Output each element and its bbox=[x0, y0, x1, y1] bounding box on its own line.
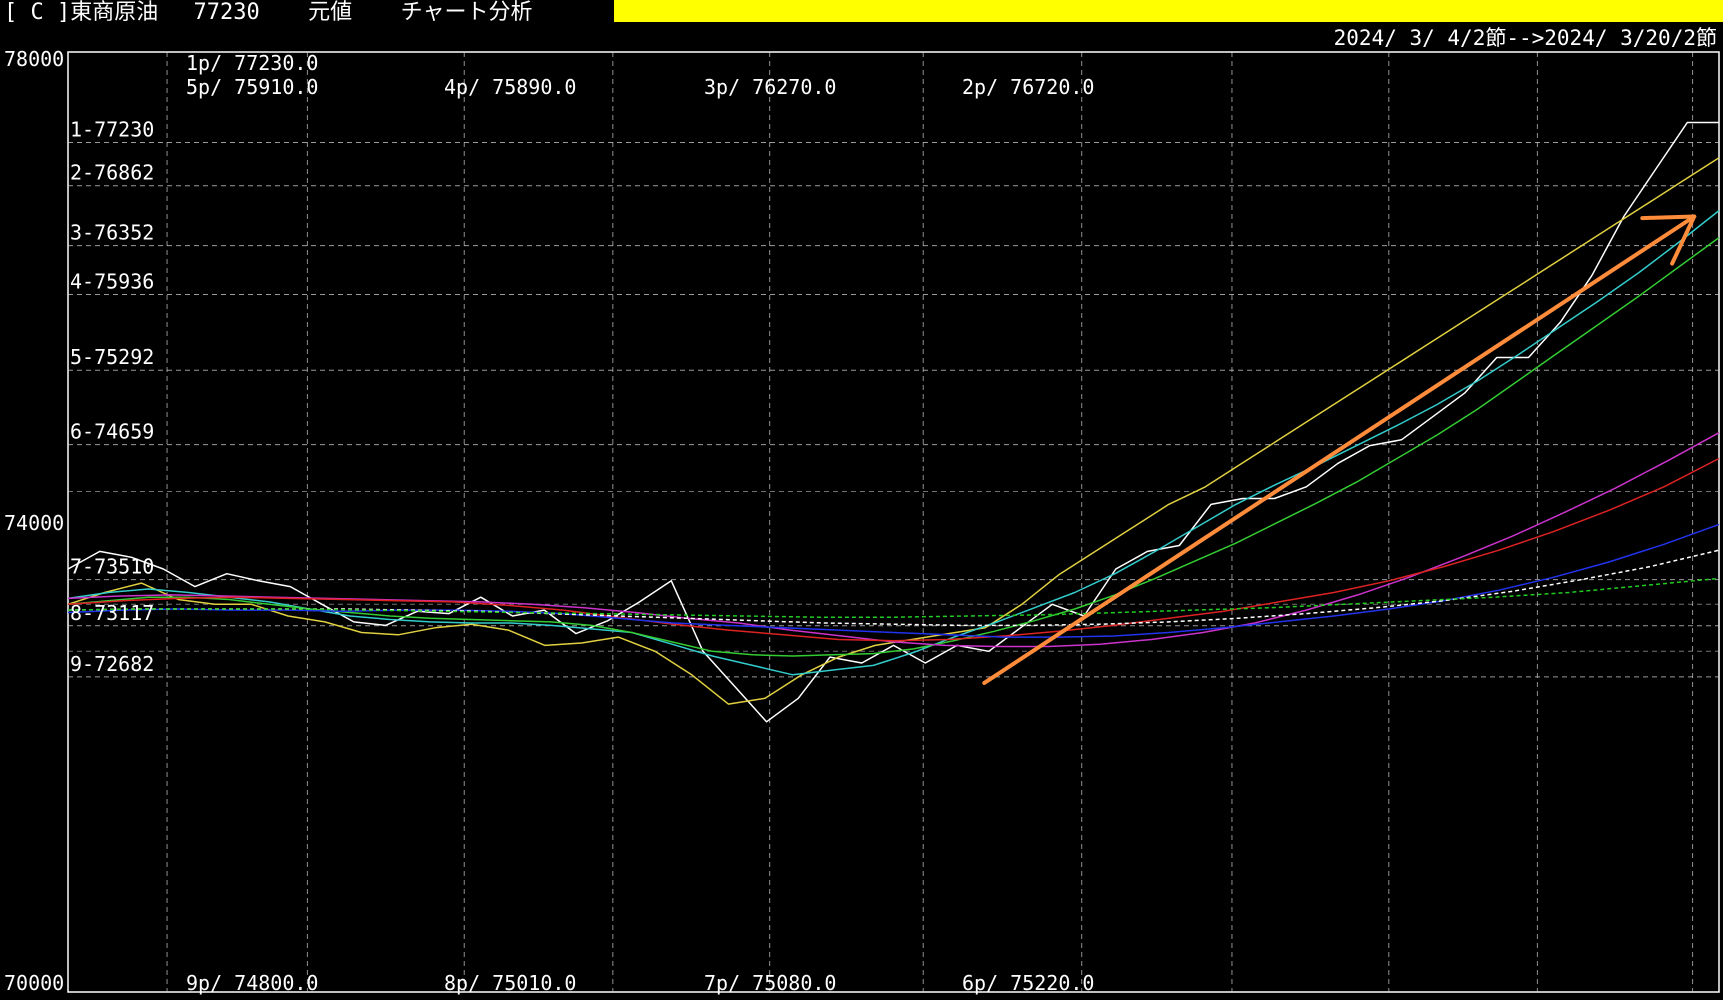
period-label-top: 3p/ 76270.0 bbox=[704, 75, 836, 99]
series-line bbox=[67, 210, 1720, 676]
trend-arrow-annotation bbox=[982, 214, 1697, 685]
period-label-top: 5p/ 75910.0 bbox=[186, 75, 318, 99]
level-label: 9-72682 bbox=[70, 652, 154, 676]
level-label: 3-76352 bbox=[70, 221, 154, 245]
level-label: 2-76862 bbox=[70, 161, 154, 185]
plot-border bbox=[67, 51, 1720, 993]
chart-labels: 1-77230 2-76862 3-76352 4-75936 5-75292 6-746… bbox=[4, 47, 1094, 995]
series-line bbox=[67, 549, 1720, 627]
grid-lines bbox=[68, 52, 1719, 992]
series-line bbox=[67, 236, 1720, 657]
line-chart: 1-77230 2-76862 3-76352 4-75936 5-75292 6-746… bbox=[4, 47, 1720, 995]
series-line bbox=[67, 157, 1720, 705]
series-lines bbox=[67, 121, 1720, 723]
y-axis-tick-label: 70000 bbox=[4, 971, 64, 995]
trend-arrow-shaft bbox=[982, 214, 1697, 685]
y-axis-tick-label: 78000 bbox=[4, 47, 64, 71]
period-label-top: 1p/ 77230.0 bbox=[186, 51, 318, 75]
y-axis-tick-label: 74000 bbox=[4, 511, 64, 535]
plot-frame bbox=[67, 51, 1720, 993]
period-label-bottom: 9p/ 74800.0 bbox=[186, 971, 318, 995]
level-label: 1-77230 bbox=[70, 117, 154, 141]
period-label-bottom: 6p/ 75220.0 bbox=[962, 971, 1094, 995]
series-line bbox=[67, 457, 1720, 642]
level-label: 4-75936 bbox=[70, 270, 154, 294]
period-label-top: 2p/ 76720.0 bbox=[962, 75, 1094, 99]
level-label: 6-74659 bbox=[70, 420, 154, 444]
level-label: 5-75292 bbox=[70, 345, 154, 369]
level-label: 8-73117 bbox=[70, 601, 154, 625]
period-label-top: 4p/ 75890.0 bbox=[444, 75, 576, 99]
level-label: 7-73510 bbox=[70, 555, 154, 579]
series-line bbox=[67, 432, 1720, 648]
period-label-bottom: 7p/ 75080.0 bbox=[704, 971, 836, 995]
period-label-bottom: 8p/ 75010.0 bbox=[444, 971, 576, 995]
